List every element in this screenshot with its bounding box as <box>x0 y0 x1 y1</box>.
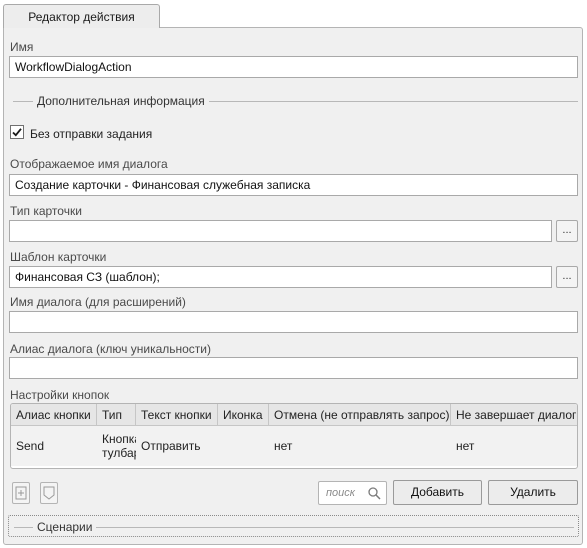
card-type-browse-button[interactable]: ... <box>556 220 578 242</box>
scenarios-title: Сценарии <box>33 520 97 534</box>
card-template-label: Шаблон карточки <box>10 250 107 264</box>
name-label: Имя <box>10 40 34 54</box>
no-task-checkbox-label: Без отправки задания <box>30 127 153 141</box>
table-row[interactable]: Send Кнопка тулбара Отправить нет нет <box>11 426 577 466</box>
dialog-alias-label: Алиас диалога (ключ уникальности) <box>10 342 211 356</box>
card-template-input[interactable]: Финансовая СЗ (шаблон); <box>9 266 552 288</box>
card-template-browse-button[interactable]: ... <box>556 266 578 288</box>
remove-row-icon[interactable] <box>40 482 58 504</box>
name-input[interactable]: WorkflowDialogAction <box>9 56 578 78</box>
cell-cancel: нет <box>274 439 293 453</box>
column-header-no-finish[interactable]: Не завершает диалог <box>451 404 577 426</box>
dialog-display-name-label: Отображаемое имя диалога <box>10 157 168 171</box>
extra-info-title: Дополнительная информация <box>33 94 209 108</box>
no-task-checkbox[interactable] <box>10 125 24 139</box>
column-header-cancel[interactable]: Отмена (не отправлять запрос) <box>269 404 451 426</box>
search-placeholder: поиск <box>326 487 355 499</box>
column-header-type[interactable]: Тип <box>97 404 136 426</box>
column-header-button-text[interactable]: Текст кнопки <box>136 404 218 426</box>
column-header-icon[interactable]: Иконка <box>218 404 269 426</box>
dialog-name-ext-label: Имя диалога (для расширений) <box>10 295 186 309</box>
buttons-grid: Алиас кнопки Тип Текст кнопки Иконка Отм… <box>10 403 578 469</box>
grid-header: Алиас кнопки Тип Текст кнопки Иконка Отм… <box>11 404 577 426</box>
cell-button-text: Отправить <box>141 439 201 453</box>
dialog-name-ext-input[interactable] <box>9 311 578 333</box>
cell-no-finish: нет <box>456 439 475 453</box>
card-type-input[interactable] <box>9 220 552 242</box>
dialog-display-name-input[interactable]: Создание карточки - Финансовая служебная… <box>9 174 578 196</box>
card-type-label: Тип карточки <box>10 204 82 218</box>
tab-label: Редактор действия <box>28 9 135 24</box>
tab-action-editor[interactable]: Редактор действия <box>3 4 160 28</box>
delete-button[interactable]: Удалить <box>488 480 578 505</box>
add-button[interactable]: Добавить <box>393 480 482 505</box>
cell-alias: Send <box>16 439 45 453</box>
cell-icon <box>218 426 269 466</box>
cell-type: Кнопка тулбара <box>102 432 136 460</box>
column-header-alias[interactable]: Алиас кнопки <box>11 404 97 426</box>
magnifier-icon <box>368 487 381 500</box>
search-input[interactable]: поиск <box>318 481 387 505</box>
buttons-settings-label: Настройки кнопок <box>10 388 110 402</box>
scenarios-separator <box>14 527 574 528</box>
dialog-alias-input[interactable] <box>9 357 578 379</box>
add-row-icon[interactable] <box>12 482 30 504</box>
checkmark-icon <box>12 128 22 137</box>
